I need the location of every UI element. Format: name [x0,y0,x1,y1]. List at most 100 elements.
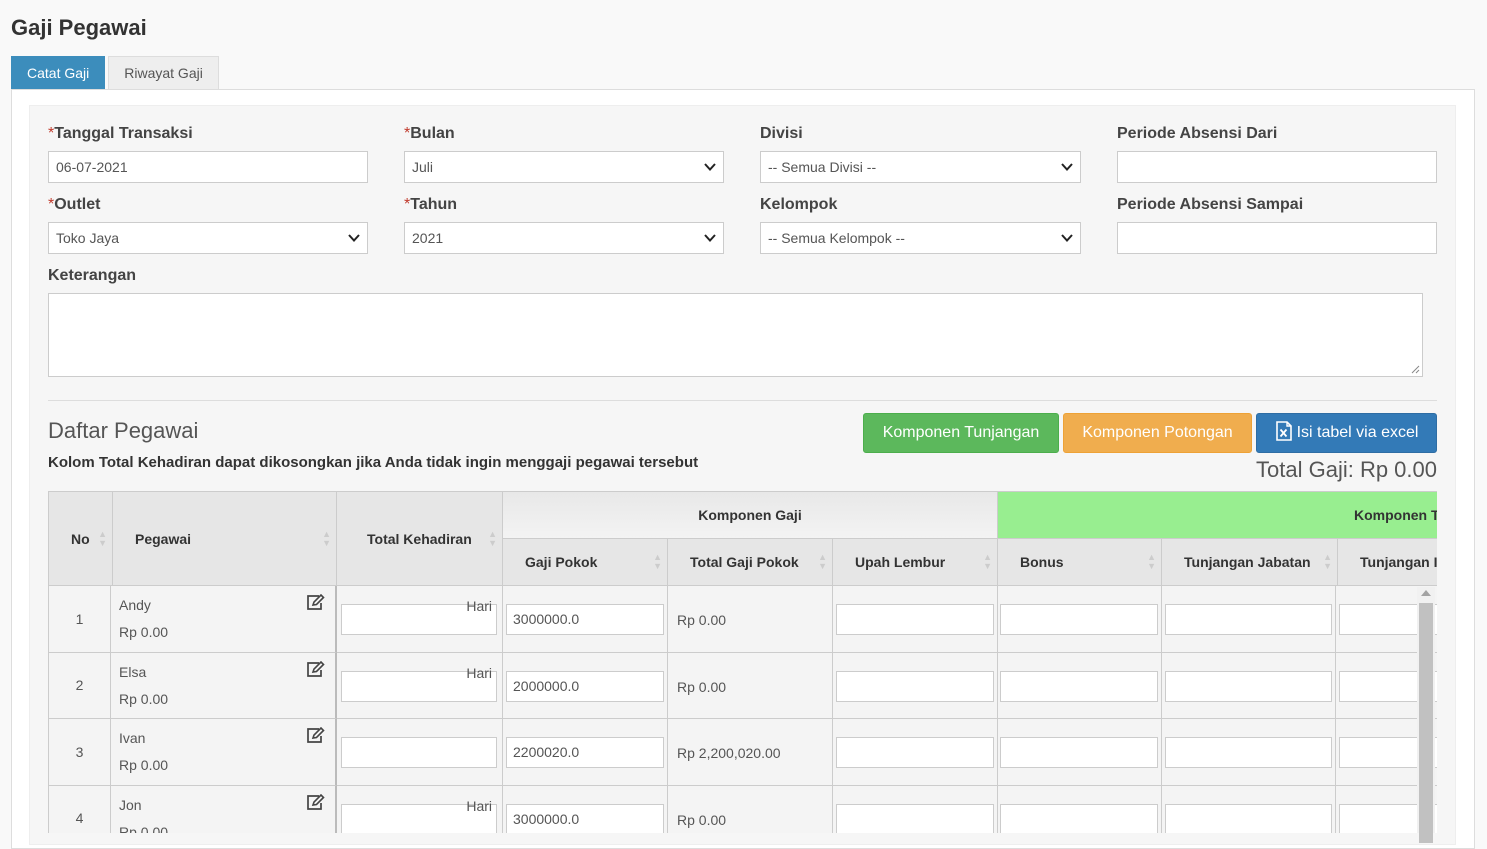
chevron-down-icon [704,234,716,242]
chevron-down-icon [1061,163,1073,171]
th-kehadiran[interactable]: Total Kehadiran ▲ ▼ [337,492,503,586]
th-no[interactable]: No ▲ ▼ [48,492,113,586]
bulan-select[interactable]: Juli [404,151,724,183]
sort-icon: ▲ ▼ [818,552,827,571]
tunjangan-jabatan-input[interactable] [1165,604,1332,635]
outlet-field: *Outlet [48,196,100,218]
sort-icon: ▲ ▼ [98,528,107,548]
edit-icon[interactable] [305,726,325,747]
tanggal-input[interactable]: 06-07-2021 [48,151,368,183]
edit-icon[interactable] [305,793,325,814]
pegawai-gaji: Rp 0.00 [119,757,169,773]
tunjangan-jabatan-input[interactable] [1165,737,1332,768]
pegawai-table: No ▲ ▼ Pegawai ▲ ▼ Total Kehadiran ▲ ▼ Komp… [48,491,1437,833]
bonus-input[interactable] [1000,737,1158,768]
pegawai-name: Ivan [119,730,146,746]
gaji-pokok-input[interactable]: 2200020.0 [506,737,664,768]
outlet-label: Outlet [54,196,101,213]
kelompok-label: Kelompok [760,196,838,213]
tahun-select[interactable]: 2021 [404,222,724,254]
th-pegawai[interactable]: Pegawai ▲ ▼ [113,492,337,586]
section-divider [48,400,1437,401]
bonus-input[interactable] [1000,604,1158,635]
komponen-tunjangan-button[interactable]: Komponen Tunjangan [863,413,1059,453]
sort-icon: ▲ ▼ [653,552,662,571]
tunjangan-jabatan-input[interactable] [1165,670,1332,702]
pegawai-name: Andy [119,597,151,613]
th-tunjangan-other[interactable]: Tunjangan I [1338,539,1437,586]
th-no-label: No [71,530,90,547]
bonus-input[interactable] [1000,670,1158,702]
kehadiran-cell: Hari [337,785,503,833]
scroll-up-icon[interactable] [1421,590,1431,596]
tab-catat-gaji[interactable]: Catat Gaji [11,56,106,89]
tunjangan-jabatan-cell [1162,785,1336,833]
row-no: 1 [75,610,84,627]
th-tunjangan-jabatan-label: Tunjangan Jabatan [1184,554,1311,570]
upah-lembur-cell [833,652,998,719]
th-total-gaji-pokok-label: Total Gaji Pokok [690,554,799,570]
th-tunjangan-jabatan[interactable]: Tunjangan Jabatan ▲ ▼ [1162,539,1338,586]
kehadiran-input[interactable] [341,737,497,768]
bonus-cell [998,719,1162,786]
pegawai-cell: Ivan Rp 0.00 [111,719,337,786]
th-bonus[interactable]: Bonus ▲ ▼ [998,539,1162,586]
edit-icon[interactable] [305,593,325,614]
th-gaji-pokok[interactable]: Gaji Pokok ▲ ▼ [503,539,668,586]
divisi-label: Divisi [760,125,803,142]
kelompok-field: Kelompok [760,196,837,218]
bonus-cell [998,586,1162,653]
pegawai-gaji: Rp 0.00 [119,823,169,834]
upah-lembur-cell [833,719,998,786]
periode-sampai-label: Periode Absensi Sampai [1117,196,1304,213]
divisi-select[interactable]: -- Semua Divisi -- [760,151,1081,183]
th-total-gaji-pokok[interactable]: Total Gaji Pokok ▲ ▼ [668,539,833,586]
resize-handle-icon[interactable] [1411,365,1420,374]
gaji-pokok-input[interactable]: 2000000.0 [506,670,664,702]
keterangan-textarea[interactable] [48,293,1423,377]
sort-icon: ▲ ▼ [488,528,497,548]
total-gaji-pokok-value: Rp 0.00 [677,811,727,828]
upah-lembur-input[interactable] [836,737,994,768]
sort-icon: ▲ ▼ [322,528,331,548]
th-upah-lembur[interactable]: Upah Lembur ▲ ▼ [833,539,998,586]
sort-icon: ▲ ▼ [1147,552,1156,571]
chevron-down-icon [348,234,360,242]
kelompok-select[interactable]: -- Semua Kelompok -- [760,222,1081,254]
th-upah-lembur-label: Upah Lembur [855,554,946,570]
hari-unit-label: Hari [466,664,492,681]
excel-import-button[interactable]: Isi tabel via excel [1256,413,1437,453]
upah-lembur-input[interactable] [836,604,994,635]
tanggal-label: Tanggal Transaksi [54,125,193,142]
upah-lembur-input[interactable] [836,670,994,702]
outlet-select[interactable]: Toko Jaya [48,222,368,254]
pegawai-gaji: Rp 0.00 [119,624,169,640]
upah-lembur-input[interactable] [836,803,994,833]
scroll-thumb[interactable] [1419,603,1433,843]
tunjangan-jabatan-input[interactable] [1165,803,1332,833]
total-gaji-pokok-cell: Rp 0.00 [668,652,833,719]
table-scrollbar[interactable] [1417,587,1435,843]
tunjangan-jabatan-cell [1162,586,1336,653]
total-gaji-pokok-cell: Rp 0.00 [668,785,833,833]
periode-sampai-input[interactable] [1117,222,1437,254]
row-no: 2 [75,677,84,694]
komponen-potongan-button[interactable]: Komponen Potongan [1063,413,1252,453]
pegawai-cell: Elsa Rp 0.00 [111,652,337,719]
periode-sampai-field: Periode Absensi Sampai [1117,196,1303,218]
bonus-input[interactable] [1000,803,1158,833]
periode-dari-input[interactable] [1117,151,1437,183]
edit-icon[interactable] [305,660,325,681]
bulan-label: Bulan [410,125,455,142]
pegawai-name: Elsa [119,663,147,680]
gaji-pokok-input[interactable]: 3000000.0 [506,803,664,833]
chevron-down-icon [1061,234,1073,242]
outlet-value: Toko Jaya [56,230,120,246]
tab-riwayat-gaji[interactable]: Riwayat Gaji [108,56,219,89]
gaji-pokok-cell: 2200020.0 [503,719,668,786]
kehadiran-cell [337,719,503,786]
table-row: 1 [48,586,111,653]
kelompok-value: -- Semua Kelompok -- [768,230,905,246]
gaji-pokok-input[interactable]: 3000000.0 [506,604,664,635]
row-no: 3 [75,743,84,760]
